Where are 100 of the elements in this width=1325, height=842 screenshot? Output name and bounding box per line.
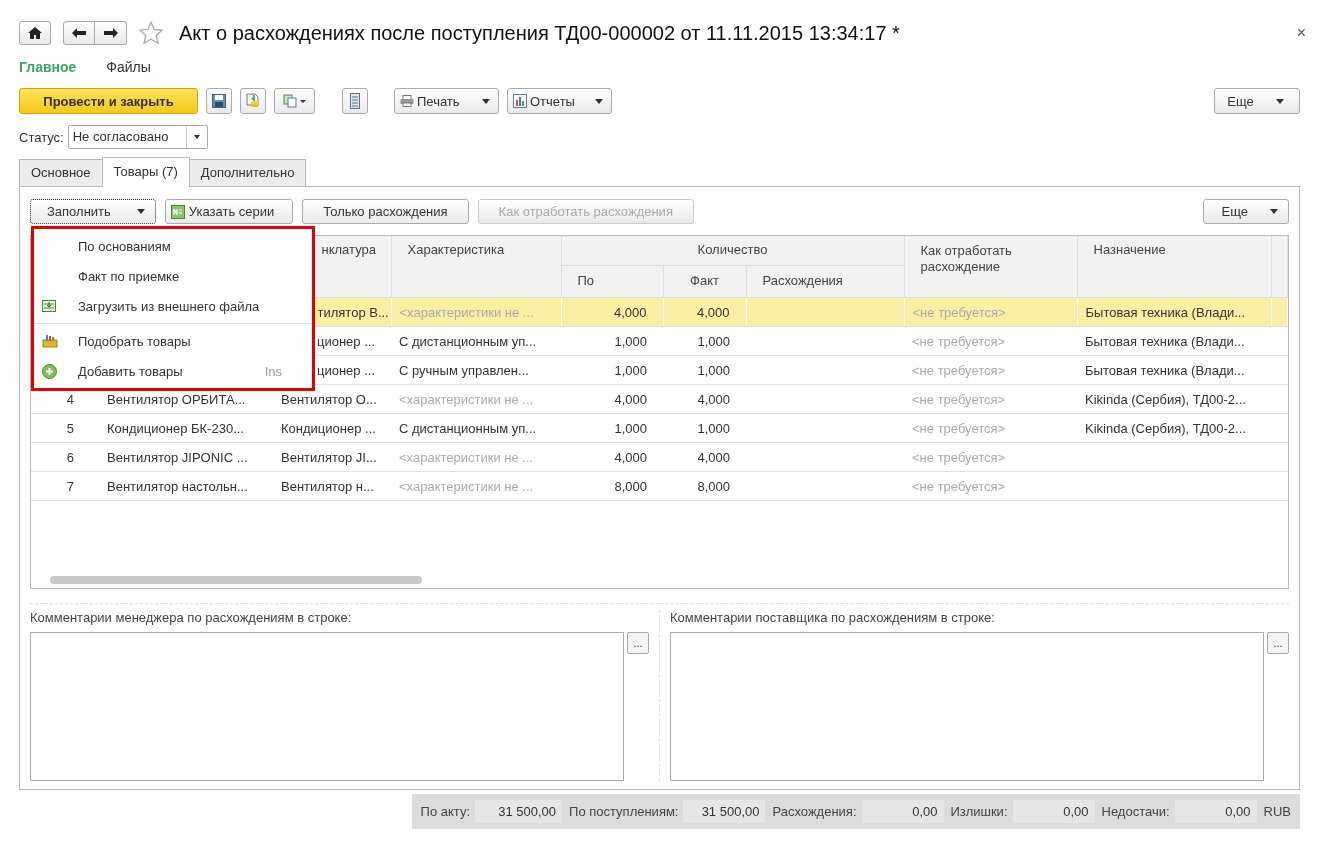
bar-chart-icon <box>513 94 527 108</box>
column-header[interactable]: Количество <box>697 242 768 257</box>
table-cell-text: ционер ... <box>316 333 376 349</box>
document-coins-icon <box>246 93 260 109</box>
printer-icon <box>400 95 414 107</box>
total-value: 0,00 <box>1174 800 1257 823</box>
menu-item[interactable]: По основаниям <box>34 231 312 261</box>
table-cell: <не требуется> <box>912 420 1006 436</box>
table-cell: Бытовая техника (Влади... <box>1085 304 1246 320</box>
table-row[interactable]: 7 Вентилятор настольн... Вентилятор н... <характеристики не ... 8,000 8,000 <не требуется> <box>31 471 1288 501</box>
save-button[interactable] <box>206 88 232 114</box>
table-cell: 4,000 <box>614 449 647 465</box>
table-cell: Kikinda (Сербия), ТД00-2... <box>1085 391 1246 407</box>
column-header[interactable]: Факт <box>690 273 719 288</box>
create-based-on-button[interactable] <box>274 88 315 114</box>
back-arrow-icon <box>72 28 86 38</box>
tab[interactable]: Дополнительно <box>188 159 307 187</box>
section-link[interactable]: Файлы <box>106 59 151 75</box>
table-cell: <не требуется> <box>912 362 1006 378</box>
menu-item[interactable]: Факт по приемке <box>34 261 312 291</box>
forward-arrow-icon <box>103 28 118 38</box>
table-cell: 8,000 <box>614 478 647 494</box>
table-cell: 4,000 <box>613 304 647 320</box>
menu-item[interactable]: Добавить товары Ins <box>34 356 312 386</box>
table-cell: 1,000 <box>614 420 647 436</box>
total-label: Недостачи: <box>1100 804 1171 819</box>
currency-label: RUB <box>1262 804 1292 819</box>
folder-pick-icon <box>42 334 58 348</box>
total-label: Расхождения: <box>771 804 858 819</box>
table-cell: Вентилятор н... <box>281 478 374 494</box>
reports-button[interactable]: Отчеты <box>507 88 612 114</box>
row-number: 4 <box>66 391 74 407</box>
column-header[interactable]: По <box>577 273 595 288</box>
table-cell: <не требуется> <box>912 333 1006 349</box>
table-cell: Кондиционер ... <box>281 420 376 436</box>
table-cell: Бытовая техника (Влади... <box>1085 362 1245 378</box>
table-cell: <не требуется> <box>912 304 1006 320</box>
toolbar-button[interactable]: Указать серии <box>164 199 294 224</box>
table-cell: <характеристики не ... <box>399 391 534 407</box>
table-cell: 4,000 <box>614 391 647 407</box>
table-cell: Кондиционер БК-230... <box>107 420 244 436</box>
more-button[interactable]: Еще <box>1214 88 1300 114</box>
table-cell: <не требуется> <box>912 449 1006 465</box>
table-cell: С дистанционным уп... <box>399 333 537 349</box>
home-button[interactable] <box>19 21 51 45</box>
table-cell: <характеристики не ... <box>399 449 534 465</box>
table-cell: Вентилятор ОРБИТА... <box>107 391 246 407</box>
comment-label: Комментарии поставщика по расхождениям в строке: <box>670 610 996 626</box>
post-and-close-button[interactable]: Провести и закрыть <box>19 88 198 114</box>
comment-label: Комментарии менеджера по расхождениям в строке: <box>30 610 353 626</box>
table-cell: 1,000 <box>697 333 730 349</box>
table-cell: <не требуется> <box>912 478 1006 494</box>
total-label: Излишки: <box>949 804 1009 819</box>
window-title: Акт о расхождениях после поступления ТД00-000002 от 11.11.2015 13:34:17 * <box>179 21 901 45</box>
post-button[interactable] <box>240 88 266 114</box>
row-number: 6 <box>66 449 74 465</box>
table-cell: 4,000 <box>696 304 730 320</box>
total-value: 0,00 <box>1012 800 1095 823</box>
table-cell-text: тилятор В... <box>316 304 389 320</box>
menu-item[interactable]: Подобрать товары <box>34 326 312 356</box>
open-editor-button[interactable]: ... <box>627 632 649 654</box>
table-cell: Вентилятор JI... <box>281 449 377 465</box>
status-dropdown[interactable]: Не согласовано <box>67 125 208 149</box>
table-cell: 4,000 <box>697 449 730 465</box>
table-cell: С ручным управлен... <box>399 362 529 378</box>
tab[interactable]: Товары (7) <box>101 157 190 187</box>
status-label: Статус: <box>19 129 64 145</box>
table-cell: 8,000 <box>697 478 730 494</box>
open-editor-button[interactable]: ... <box>1267 632 1289 654</box>
list-icon <box>350 93 360 109</box>
comment-field[interactable] <box>670 632 1264 781</box>
structure-button[interactable] <box>342 88 368 114</box>
table-cell: <характеристики не ... <box>399 478 534 494</box>
total-value: 31 500,00 <box>683 800 766 823</box>
table-row[interactable]: 5 Кондиционер БК-230... Кондиционер ... С дистанционным уп... 1,000 1,000 <не требуется> Kikinda (Сербия), ТД00-2... <box>31 413 1288 443</box>
total-value: 0,00 <box>861 800 944 823</box>
table-row[interactable]: 6 Вентилятор JIPONIC ... Вентилятор JI... <характеристики не ... 4,000 4,000 <не требуется> <box>31 442 1288 472</box>
table-cell: Вентилятор О... <box>281 391 377 407</box>
row-number: 7 <box>66 478 74 494</box>
column-header[interactable]: Назначение <box>1093 242 1166 257</box>
toolbar-button[interactable]: Заполнить <box>30 199 156 224</box>
number-sign-icon <box>170 204 185 219</box>
table-cell: 1,000 <box>697 420 730 436</box>
column-header[interactable]: Характеристика <box>407 242 505 257</box>
table-cell: <не требуется> <box>912 391 1006 407</box>
back-button[interactable] <box>63 21 95 45</box>
forward-button[interactable] <box>95 21 127 45</box>
table-cell: 1,000 <box>614 333 647 349</box>
print-button[interactable]: Печать <box>394 88 499 114</box>
table-cell: 4,000 <box>697 391 730 407</box>
home-icon <box>28 27 42 39</box>
documents-arrow-icon <box>282 94 307 108</box>
comment-field[interactable] <box>30 632 624 781</box>
table-cell-text: ционер ... <box>316 362 376 378</box>
add-icon <box>42 363 57 379</box>
more-button[interactable]: Еще <box>1202 199 1289 224</box>
star-icon[interactable] <box>139 21 163 45</box>
close-button[interactable]: × <box>1296 24 1306 42</box>
toolbar-button[interactable]: Только расхождения <box>302 199 469 224</box>
tab[interactable]: Основное <box>19 159 103 187</box>
